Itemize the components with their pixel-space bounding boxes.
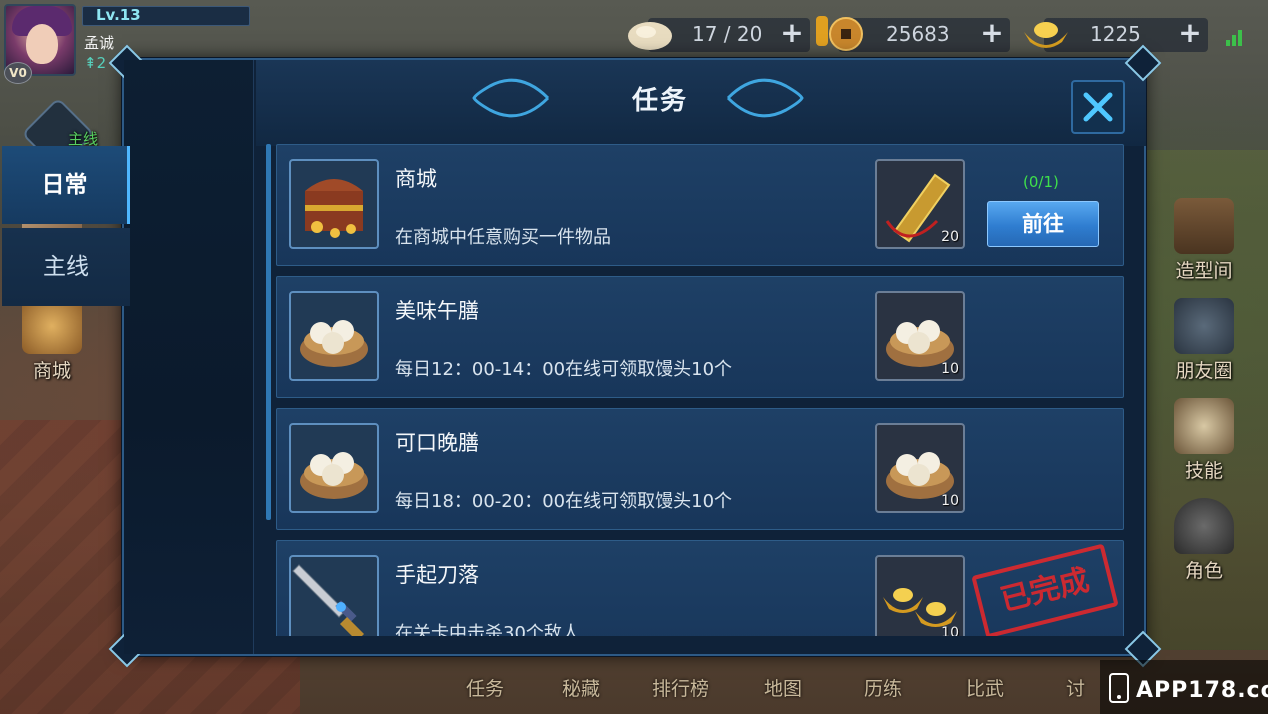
phone-icon	[1109, 673, 1129, 703]
character-hat-icon	[1174, 498, 1234, 554]
bun-icon	[628, 22, 672, 50]
task-list: 商城 在商城中任意购买一件物品 20 (0/1) 前往 美味午膳 每日12：00…	[266, 144, 1126, 636]
completed-stamp: 已完成	[971, 543, 1119, 636]
side-skills[interactable]: 技能	[1164, 398, 1244, 483]
task-desc: 在关卡中击杀30个敌人	[395, 623, 580, 636]
skills-scroll-icon	[1174, 398, 1234, 454]
side-skills-label: 技能	[1184, 460, 1223, 482]
reward-count: 10	[941, 361, 959, 377]
task-name: 手起刀落	[395, 563, 479, 587]
bottom-nav: 任务 秘藏 排行榜 地图 历练 比武 讨	[440, 668, 1140, 714]
task-sidebar	[124, 60, 254, 654]
player-power-value: 2	[96, 54, 107, 72]
nav-ranking[interactable]: 排行榜	[652, 674, 709, 701]
side-character[interactable]: 角色	[1164, 498, 1244, 583]
task-row: 手起刀落 在关卡中击杀30个敌人 10 已完成	[276, 540, 1124, 636]
add-bun-button[interactable]: +	[778, 19, 806, 48]
tab-main[interactable]: 主线	[2, 228, 130, 306]
close-button[interactable]	[1071, 80, 1125, 134]
task-name: 美味午膳	[395, 299, 479, 323]
nav-arena[interactable]: 比武	[966, 674, 1004, 701]
reward-count: 10	[941, 493, 959, 509]
copper-coin-icon	[816, 16, 863, 51]
nav-training[interactable]: 历练	[864, 674, 902, 701]
player-power: ⇞2	[84, 54, 106, 72]
bun-count: 17 / 20	[692, 22, 763, 46]
task-row: 美味午膳 每日12：00-14：00在线可领取馒头10个 10	[276, 276, 1124, 398]
resource-bun: 17 / 20 +	[624, 14, 810, 54]
wardrobe-icon	[1174, 198, 1234, 254]
nav-map[interactable]: 地图	[764, 674, 802, 701]
player-level: Lv.13	[96, 6, 141, 24]
reward-count: 20	[941, 229, 959, 245]
resource-gold: 1225 +	[1020, 14, 1208, 54]
copper-count: 25683	[886, 22, 950, 46]
signal-icon	[1226, 26, 1248, 46]
sword-icon	[289, 555, 379, 636]
side-character-label: 角色	[1184, 560, 1223, 582]
task-desc: 每日12：00-14：00在线可领取馒头10个	[395, 359, 733, 380]
vip-badge[interactable]: V0	[4, 62, 32, 84]
task-desc: 在商城中任意购买一件物品	[395, 227, 611, 248]
side-shop-label: 商城	[32, 360, 71, 382]
watermark-text: APP178.com	[1136, 678, 1268, 703]
treasure-chest-icon	[289, 159, 379, 249]
steamed-bun-basket-icon	[289, 291, 379, 381]
power-icon: ⇞	[84, 54, 97, 72]
avatar-face	[26, 24, 58, 64]
tab-daily[interactable]: 日常	[2, 146, 130, 224]
steamed-bun-basket-icon	[289, 423, 379, 513]
task-name: 商城	[395, 167, 437, 191]
nav-more[interactable]: 讨	[1066, 674, 1085, 701]
gold-count: 1225	[1090, 22, 1141, 46]
nav-treasure[interactable]: 秘藏	[562, 674, 600, 701]
player-name: 孟诚	[84, 34, 115, 52]
add-copper-button[interactable]: +	[978, 19, 1006, 48]
shop-icon	[22, 298, 82, 354]
side-wardrobe-label: 造型间	[1175, 260, 1233, 282]
nav-quest[interactable]: 任务	[466, 674, 504, 701]
resource-copper: 25683 +	[814, 14, 1010, 54]
modal-title: 任务	[631, 86, 688, 116]
gold-ingot-icon	[1024, 22, 1068, 48]
go-button[interactable]: 前往	[987, 201, 1099, 247]
reward-slot[interactable]: 10	[875, 291, 965, 381]
friends-icon	[1174, 298, 1234, 354]
reward-slot[interactable]: 10	[875, 423, 965, 513]
close-icon	[1083, 92, 1113, 122]
task-desc: 每日18：00-20：00在线可领取馒头10个	[395, 491, 733, 512]
side-shop[interactable]: 商城	[12, 298, 92, 383]
task-progress: (0/1)	[1023, 173, 1059, 191]
side-friends-label: 朋友圈	[1175, 360, 1233, 382]
reward-count: 10	[941, 625, 959, 636]
task-name: 可口晚膳	[395, 431, 479, 455]
side-wardrobe[interactable]: 造型间	[1164, 198, 1244, 283]
task-row: 商城 在商城中任意购买一件物品 20 (0/1) 前往	[276, 144, 1124, 266]
watermark: APP178.com	[1100, 660, 1268, 714]
add-gold-button[interactable]: +	[1176, 19, 1204, 48]
side-friends[interactable]: 朋友圈	[1164, 298, 1244, 383]
task-row: 可口晚膳 每日18：00-20：00在线可领取馒头10个 10	[276, 408, 1124, 530]
reward-slot[interactable]: 20	[875, 159, 965, 249]
reward-slot[interactable]: 10	[875, 555, 965, 636]
